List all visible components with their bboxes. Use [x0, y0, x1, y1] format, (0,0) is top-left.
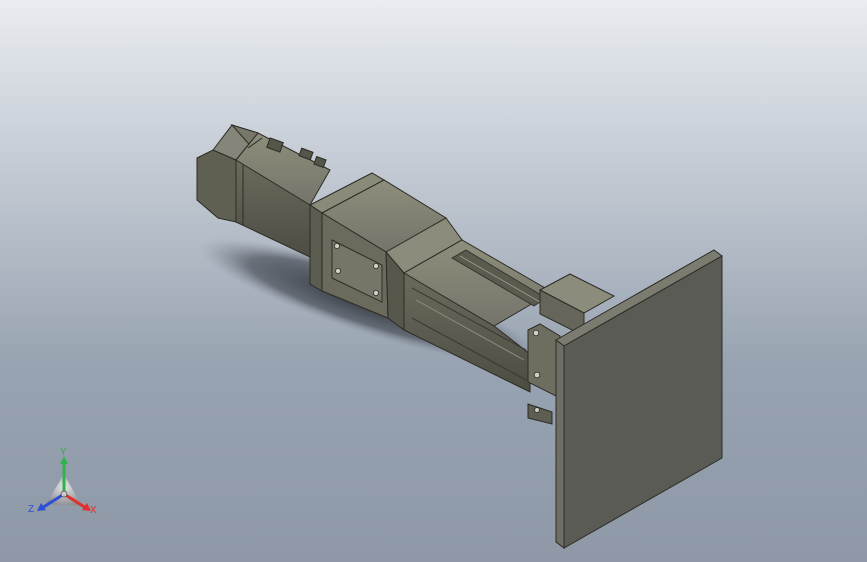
coordinate-triad[interactable]: Y X Z	[26, 448, 106, 520]
cad-model[interactable]	[0, 0, 867, 562]
bolt-hole	[333, 242, 340, 249]
x-axis-label: X	[90, 505, 97, 516]
bolt-hole	[372, 289, 379, 296]
z-axis-label: Z	[28, 504, 35, 515]
bolt-hole	[534, 407, 540, 413]
bolt-hole	[334, 267, 341, 274]
bolt-hole	[532, 329, 540, 337]
graphics-viewport[interactable]: Y X Z	[0, 0, 867, 562]
bolt-hole	[533, 371, 541, 379]
bolt-hole	[372, 262, 379, 269]
y-axis-label: Y	[60, 447, 67, 458]
